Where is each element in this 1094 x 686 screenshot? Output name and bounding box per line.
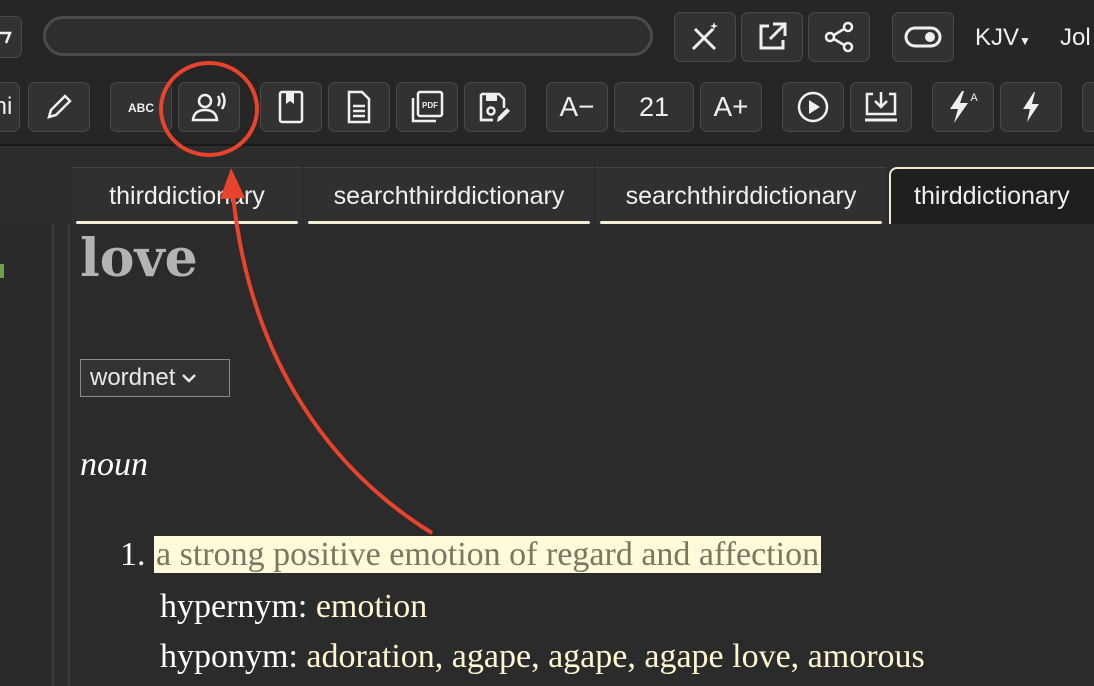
left-panel	[0, 224, 54, 686]
part-of-speech: noun	[80, 446, 148, 483]
headword: love	[80, 228, 198, 289]
spell-check-button[interactable]: ABC	[110, 82, 172, 132]
abc-icon: ABC	[128, 101, 154, 115]
font-decrease-button[interactable]: A−	[546, 82, 608, 132]
partial-button[interactable]: hi	[0, 82, 20, 132]
hypernym-link[interactable]: emotion	[316, 588, 427, 625]
edit-button[interactable]	[28, 82, 90, 132]
share-button[interactable]	[808, 12, 870, 62]
download-button[interactable]	[850, 82, 912, 132]
search-input[interactable]	[43, 16, 653, 56]
sense-1: 1. a strong positive emotion of regard a…	[120, 536, 822, 574]
magic-wand-icon	[691, 22, 718, 51]
external-link-icon	[759, 22, 787, 50]
tab-thirddictionary-1[interactable]: thirddictionary	[72, 167, 302, 224]
quick-action-button[interactable]	[1000, 82, 1062, 132]
font-size-display: 21	[614, 82, 694, 132]
book-selector[interactable]: Jol	[1060, 24, 1091, 52]
bible-version-selector[interactable]: KJV▼	[975, 24, 1031, 52]
sense-number: 1.	[120, 536, 146, 573]
chevron-down-icon	[182, 374, 197, 383]
play-button[interactable]	[782, 82, 844, 132]
tab-thirddictionary-active[interactable]: thirddictionary	[889, 167, 1094, 224]
toggle-icon	[904, 26, 942, 48]
document-icon	[347, 90, 371, 124]
share-icon	[824, 21, 854, 53]
download-screen-icon	[865, 92, 897, 122]
dropdown-button[interactable]	[0, 16, 22, 58]
hyponym-links[interactable]: adoration, agape, agape, agape love, amo…	[306, 638, 924, 675]
quick-action-a-button[interactable]: A	[932, 82, 994, 132]
layout-toggle-button[interactable]	[892, 12, 954, 62]
magic-tools-button[interactable]	[674, 12, 736, 62]
dropdown-arrow-icon: ▼	[1019, 34, 1031, 48]
document-button[interactable]	[328, 82, 390, 132]
flash-a-icon: A	[950, 91, 978, 123]
secondary-toolbar: hi ABC PDF A− 21 A+ A	[0, 74, 1094, 146]
top-toolbar: KJV▼ Jol	[0, 0, 1094, 75]
hyponym-line: hyponym: adoration, agape, agape, agape …	[160, 638, 925, 675]
panel-marker	[0, 264, 4, 278]
partial-right-button[interactable]	[1082, 82, 1094, 132]
svg-text:PDF: PDF	[422, 101, 438, 110]
tab-searchthirddictionary-2[interactable]: searchthirddictionary	[596, 167, 886, 224]
save-pencil-icon	[479, 92, 510, 122]
svg-text:A: A	[970, 92, 978, 104]
bookmark-button[interactable]	[260, 82, 322, 132]
definition-highlighted[interactable]: a strong positive emotion of regard and …	[154, 536, 822, 573]
pdf-icon: PDF	[411, 90, 444, 123]
dictionary-select[interactable]: wordnet	[80, 359, 230, 397]
pencil-icon	[47, 94, 72, 119]
pdf-button[interactable]: PDF	[396, 82, 458, 132]
speaking-head-icon	[191, 92, 226, 122]
play-icon	[797, 91, 829, 123]
hypernym-line: hypernym: emotion	[160, 588, 428, 625]
bookmark-icon	[278, 90, 304, 124]
svg-text:ABC: ABC	[128, 101, 154, 115]
chevron-icon	[0, 31, 12, 44]
save-edit-button[interactable]	[464, 82, 526, 132]
tab-searchthirddictionary-1[interactable]: searchthirddictionary	[304, 167, 594, 224]
font-increase-button[interactable]: A+	[700, 82, 762, 132]
flash-icon	[1023, 92, 1039, 122]
text-to-speech-button[interactable]	[178, 82, 240, 132]
open-external-button[interactable]	[741, 12, 803, 62]
